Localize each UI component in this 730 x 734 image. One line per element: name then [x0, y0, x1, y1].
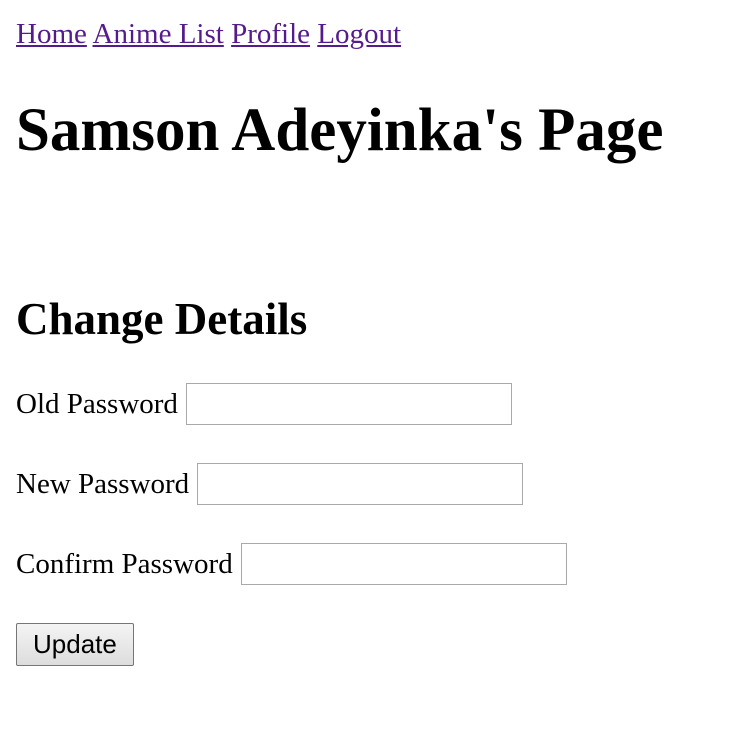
- confirm-password-row: Confirm Password: [16, 542, 567, 586]
- new-password-row: New Password: [16, 462, 524, 506]
- top-nav: Home Anime List Profile Logout: [16, 16, 401, 52]
- update-button[interactable]: Update: [16, 623, 134, 666]
- new-password-field[interactable]: [197, 463, 524, 505]
- nav-link-home[interactable]: Home: [16, 18, 87, 50]
- confirm-password-field[interactable]: [240, 543, 567, 585]
- page-title: Samson Adeyinka's Page: [16, 97, 664, 164]
- nav-link-profile[interactable]: Profile: [231, 18, 310, 50]
- nav-link-logout[interactable]: Logout: [317, 18, 401, 50]
- old-password-field[interactable]: [185, 383, 512, 425]
- old-password-row: Old Password: [16, 382, 512, 426]
- change-details-heading: Change Details: [16, 294, 308, 344]
- new-password-label: New Password: [16, 467, 190, 500]
- nav-link-anime-list[interactable]: Anime List: [93, 18, 224, 50]
- confirm-password-label: Confirm Password: [16, 547, 233, 580]
- old-password-label: Old Password: [16, 387, 178, 420]
